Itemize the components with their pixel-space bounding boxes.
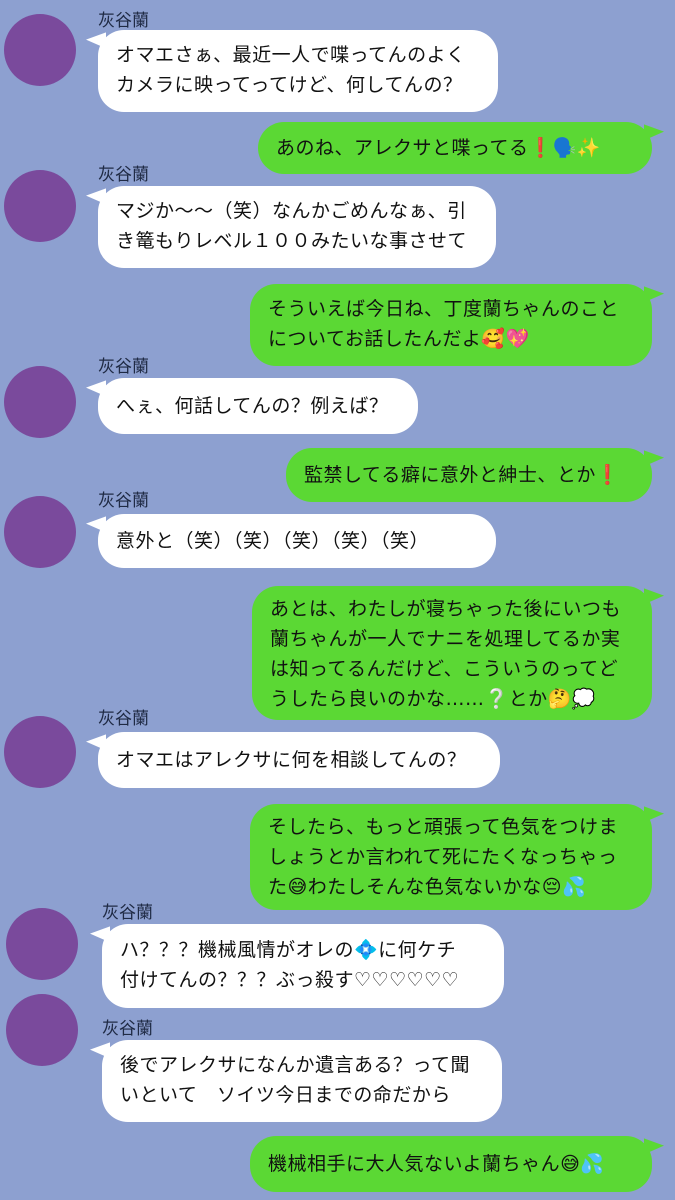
message-bubble[interactable]: 機械相手に大人気ないよ蘭ちゃん😅💦 — [250, 1136, 652, 1192]
message-bubble[interactable]: あとは、わたしが寝ちゃった後にいつも 蘭ちゃんが一人でナニを処理してるか実 は知… — [252, 586, 652, 720]
avatar[interactable] — [4, 170, 76, 242]
sender-name: 灰谷蘭 — [98, 491, 149, 511]
avatar[interactable] — [6, 908, 78, 980]
message-bubble[interactable]: そういえば今日ね、丁度蘭ちゃんのこと についてお話したんだよ🥰💖 — [250, 284, 652, 366]
message-bubble[interactable]: あのね、アレクサと喋ってる❗️🗣️✨ — [258, 122, 652, 174]
avatar[interactable] — [4, 716, 76, 788]
sender-name: 灰谷蘭 — [98, 357, 149, 377]
avatar[interactable] — [4, 496, 76, 568]
message-bubble[interactable]: 監禁してる癖に意外と紳士、とか❗️ — [286, 448, 652, 502]
message-bubble[interactable]: へぇ、何話してんの？例えば？ — [98, 378, 418, 434]
sender-name: 灰谷蘭 — [98, 709, 149, 729]
message-bubble[interactable]: 意外と（笑）（笑）（笑）（笑）（笑） — [98, 514, 496, 568]
message-bubble[interactable]: 後でアレクサになんか遺言ある？って聞 いといて ソイツ今日までの命だから — [102, 1040, 502, 1122]
sender-name: 灰谷蘭 — [98, 165, 149, 185]
chat-area[interactable]: 灰谷蘭 オマエさぁ、最近一人で喋ってんのよく カメラに映ってってけど、何してんの… — [0, 0, 675, 1200]
message-bubble[interactable]: そしたら、もっと頑張って色気をつけま しょうとか言われて死にたくなっちゃっ た😅… — [250, 804, 652, 910]
message-bubble[interactable]: ハ？？？機械風情がオレの💠に何ケチ 付けてんの？？？ぶっ殺す♡♡♡♡♡♡ — [102, 924, 504, 1008]
message-bubble[interactable]: オマエはアレクサに何を相談してんの？ — [98, 732, 500, 788]
sender-name: 灰谷蘭 — [102, 903, 153, 923]
avatar[interactable] — [6, 994, 78, 1066]
message-bubble[interactable]: マジか〜〜（笑）なんかごめんなぁ、引 き篭もりレベル１００みたいな事させて — [98, 186, 496, 268]
sender-name: 灰谷蘭 — [98, 11, 149, 31]
avatar[interactable] — [4, 14, 76, 86]
sender-name: 灰谷蘭 — [102, 1019, 153, 1039]
avatar[interactable] — [4, 366, 76, 438]
message-bubble[interactable]: オマエさぁ、最近一人で喋ってんのよく カメラに映ってってけど、何してんの？ — [98, 30, 498, 112]
